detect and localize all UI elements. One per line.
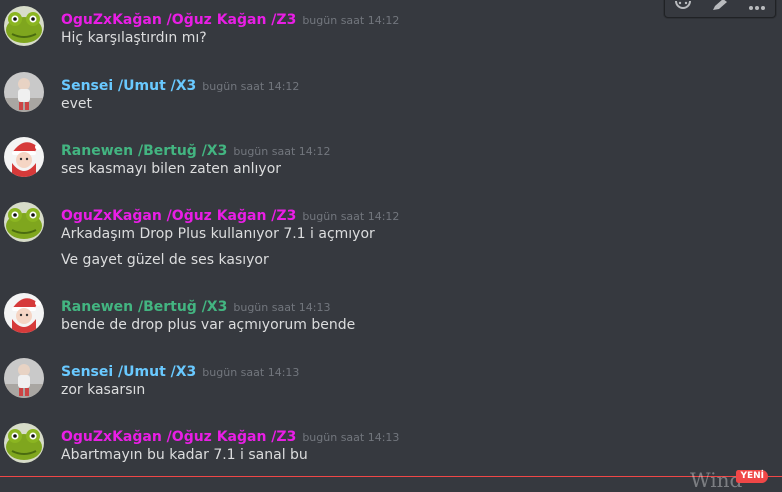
username[interactable]: Sensei /Umut /X3 [61,78,196,94]
timestamp: bugün saat 14:12 [302,210,400,223]
santa-avatar[interactable] [4,293,44,333]
username[interactable]: OguZxKağan /Oğuz Kağan /Z3 [61,429,296,445]
timestamp: bugün saat 14:13 [233,301,331,314]
message-text: evet [61,96,93,112]
message-header: Sensei /Umut /X3 bugün saat 14:13 [61,361,299,380]
message-header: OguZxKağan /Oğuz Kağan /Z3 bugün saat 14:… [61,426,399,445]
green-frog-avatar[interactable] [4,6,44,46]
message-header: Ranewen /Bertuğ /X3 bugün saat 14:12 [61,140,330,159]
message-header: OguZxKağan /Oğuz Kağan /Z3 bugün saat 14:… [61,9,399,28]
message-header: OguZxKağan /Oğuz Kağan /Z3 bugün saat 14:… [61,205,399,224]
add-reaction-button[interactable] [672,0,694,13]
timestamp: bugün saat 14:13 [302,431,400,444]
timestamp: bugün saat 14:12 [302,14,400,27]
message-text: ses kasmayı bilen zaten anlıyor [61,161,282,177]
message-text: Abartmayın bu kadar 7.1 i sanal bu [61,447,308,463]
edit-button[interactable] [709,0,731,13]
timestamp: bugün saat 14:12 [202,80,300,93]
message-text: Ve gayet güzel de ses kasıyor [61,252,269,268]
username[interactable]: OguZxKağan /Oğuz Kağan /Z3 [61,208,296,224]
message-header: Sensei /Umut /X3 bugün saat 14:12 [61,75,299,94]
message-text: Hiç karşılaştırdın mı? [61,30,207,46]
green-frog-avatar[interactable] [4,423,44,463]
message-text: bende de drop plus var açmıyorum bende [61,317,356,333]
add-reaction-icon [675,1,692,9]
timestamp: bugün saat 14:12 [233,145,331,158]
child-photo-avatar[interactable] [4,358,44,398]
username[interactable]: Ranewen /Bertuğ /X3 [61,299,227,315]
ellipsis-icon [748,6,765,10]
message-toolbar [664,0,776,18]
message-text: Arkadaşım Drop Plus kullanıyor 7.1 i açm… [61,226,375,242]
windows-activation-watermark: Wind [690,468,743,492]
username[interactable]: OguZxKağan /Oğuz Kağan /Z3 [61,12,296,28]
green-frog-avatar[interactable] [4,202,44,242]
new-messages-divider [0,476,782,477]
new-messages-badge: YENİ [736,470,768,483]
message-header: Ranewen /Bertuğ /X3 bugün saat 14:13 [61,296,330,315]
username[interactable]: Ranewen /Bertuğ /X3 [61,143,227,159]
message-text: zor kasarsın [61,382,146,398]
santa-avatar[interactable] [4,137,44,177]
more-button[interactable] [746,0,768,13]
pencil-icon [712,0,727,10]
username[interactable]: Sensei /Umut /X3 [61,364,196,380]
child-photo-avatar[interactable] [4,72,44,112]
timestamp: bugün saat 14:13 [202,366,300,379]
